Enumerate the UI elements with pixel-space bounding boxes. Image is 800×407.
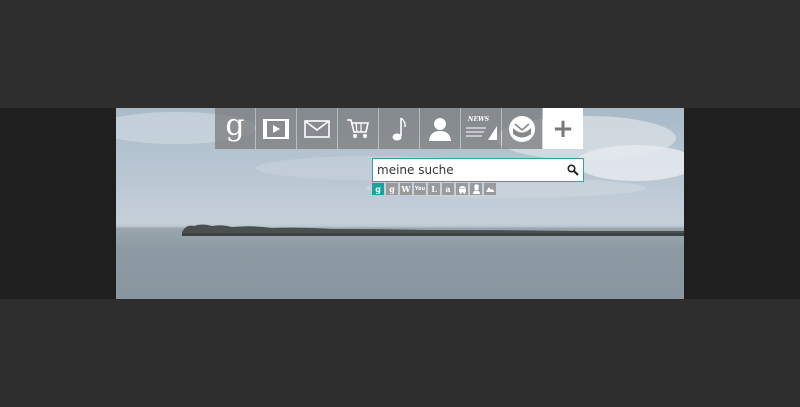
engine-amazon[interactable]: a bbox=[442, 183, 454, 195]
video-tile[interactable] bbox=[256, 108, 296, 149]
music-tile[interactable] bbox=[379, 108, 419, 149]
engine-book[interactable]: L bbox=[428, 183, 440, 195]
inbox-circle-icon bbox=[509, 115, 535, 142]
search-engine-selector: g g W You L a bbox=[372, 183, 498, 195]
engine-wikipedia[interactable]: W bbox=[400, 183, 412, 195]
engine-google-images[interactable]: g bbox=[386, 183, 398, 195]
engine-weather[interactable] bbox=[484, 183, 496, 195]
mail-tile[interactable] bbox=[297, 108, 337, 149]
chef-icon bbox=[472, 184, 480, 194]
search-box bbox=[372, 158, 584, 182]
google-tile[interactable]: g bbox=[215, 108, 255, 149]
engine-youtube[interactable]: You bbox=[414, 183, 426, 195]
android-icon bbox=[458, 186, 466, 194]
app-tile-bar: g NEWS + bbox=[215, 108, 583, 149]
shopping-cart-icon bbox=[347, 118, 369, 138]
envelope-icon bbox=[304, 119, 330, 138]
google-images-icon: g bbox=[389, 184, 395, 194]
google-icon: g bbox=[375, 184, 381, 194]
film-play-icon bbox=[263, 118, 289, 139]
add-tile[interactable]: + bbox=[543, 108, 583, 149]
plus-icon: + bbox=[552, 113, 574, 144]
engine-google[interactable]: g bbox=[372, 183, 384, 195]
engine-android[interactable] bbox=[456, 183, 468, 195]
news-icon: NEWS bbox=[464, 116, 498, 142]
search-icon bbox=[567, 164, 579, 176]
amazon-icon: a bbox=[445, 184, 451, 194]
google-g-icon: g bbox=[225, 107, 245, 143]
shopping-tile[interactable] bbox=[338, 108, 378, 149]
youtube-icon: You bbox=[414, 186, 426, 192]
news-tile[interactable]: NEWS bbox=[461, 108, 501, 149]
music-note-icon bbox=[392, 116, 406, 140]
wikipedia-icon: W bbox=[401, 184, 411, 194]
people-tile[interactable] bbox=[420, 108, 460, 149]
search-button[interactable] bbox=[563, 160, 583, 180]
stone-jetty bbox=[182, 224, 684, 236]
person-icon bbox=[429, 117, 451, 141]
search-input[interactable] bbox=[373, 160, 563, 180]
mail-app-tile[interactable] bbox=[502, 108, 542, 149]
weather-icon bbox=[486, 187, 495, 192]
engine-chef[interactable] bbox=[470, 183, 482, 195]
book-icon: L bbox=[431, 184, 437, 194]
